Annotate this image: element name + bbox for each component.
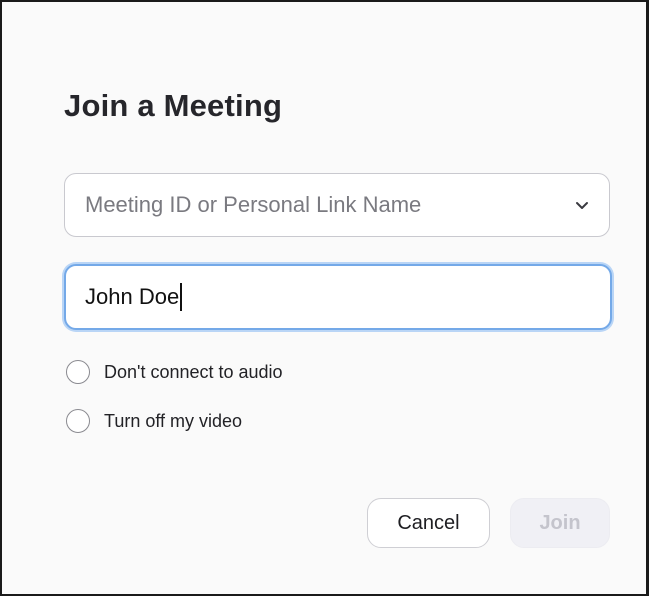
join-meeting-dialog: Join a Meeting Meeting ID or Personal Li… [0, 0, 649, 596]
dialog-title: Join a Meeting [64, 88, 283, 123]
text-cursor [180, 283, 183, 311]
meeting-id-combobox[interactable]: Meeting ID or Personal Link Name [64, 173, 610, 237]
option-no-audio[interactable]: Don't connect to audio [66, 360, 283, 384]
display-name-input[interactable]: John Doe [64, 264, 612, 330]
video-off-checkbox[interactable] [66, 409, 90, 433]
join-button[interactable]: Join [510, 498, 610, 548]
no-audio-label[interactable]: Don't connect to audio [104, 362, 283, 383]
video-off-label[interactable]: Turn off my video [104, 411, 242, 432]
option-video-off[interactable]: Turn off my video [66, 409, 242, 433]
chevron-down-icon[interactable] [573, 196, 591, 214]
display-name-value: John Doe [85, 284, 180, 309]
meeting-id-placeholder: Meeting ID or Personal Link Name [85, 192, 422, 217]
no-audio-checkbox[interactable] [66, 360, 90, 384]
cancel-button[interactable]: Cancel [367, 498, 490, 548]
